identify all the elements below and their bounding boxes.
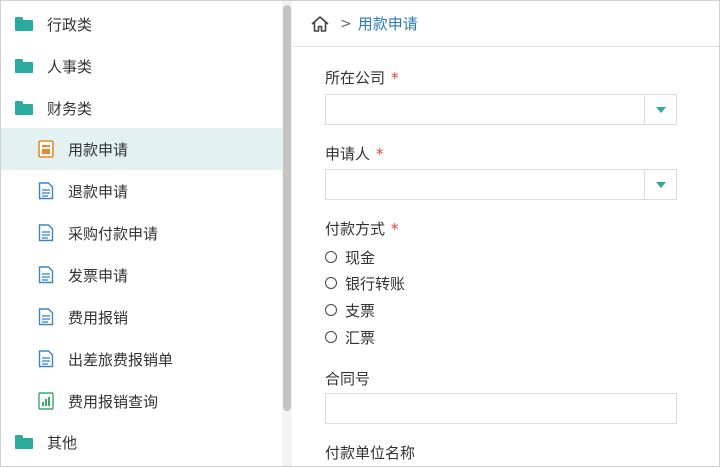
radio-button[interactable] xyxy=(325,304,337,316)
radio-option-check[interactable]: 支票 xyxy=(325,300,375,320)
sidebar-item-invoice-request[interactable]: 发票申请 xyxy=(1,254,282,296)
home-icon[interactable] xyxy=(310,15,330,33)
sidebar-item-finance[interactable]: 财务类 xyxy=(1,87,282,129)
breadcrumb: > 用款申请 xyxy=(292,1,719,47)
payee-name-label: 付款单位名称 xyxy=(325,444,416,462)
applicant-dropdown-button[interactable] xyxy=(644,170,676,199)
company-dropdown-button[interactable] xyxy=(644,95,676,124)
sidebar-item-label: 费用报销 xyxy=(68,308,129,327)
chart-doc-icon xyxy=(38,392,54,410)
folder-icon xyxy=(15,17,33,31)
sidebar-item-other[interactable]: 其他 xyxy=(1,421,282,463)
radio-label: 汇票 xyxy=(345,328,376,347)
sidebar-item-travel-expense[interactable]: 出差旅费报销单 xyxy=(1,338,282,380)
sidebar-item-admin[interactable]: 行政类 xyxy=(1,3,282,45)
required-marker: * xyxy=(391,220,399,238)
main-content: > 用款申请 所在公司 * 申请人 * 付款方式 * 现金 银行转账 支票 汇票… xyxy=(292,1,719,466)
radio-option-cash[interactable]: 现金 xyxy=(325,247,375,267)
document-icon xyxy=(38,182,54,200)
radio-label: 银行转账 xyxy=(345,274,406,293)
sidebar-item-expense-query[interactable]: 费用报销查询 xyxy=(1,380,282,422)
applicant-select[interactable] xyxy=(325,169,677,200)
sidebar-item-label: 行政类 xyxy=(47,15,93,34)
sidebar-item-label: 采购付款申请 xyxy=(68,224,159,243)
sidebar-item-refund-request[interactable]: 退款申请 xyxy=(1,170,282,212)
caret-down-icon xyxy=(655,106,666,113)
app-window: 行政类 人事类 财务类 用款申请 退款申请 采购付款申请 发票申请 费用报销 出… xyxy=(0,0,720,467)
sidebar-item-label: 费用报销查询 xyxy=(68,392,159,411)
radio-button[interactable] xyxy=(325,251,337,263)
sidebar-item-purchase-payment[interactable]: 采购付款申请 xyxy=(1,212,282,254)
sidebar: 行政类 人事类 财务类 用款申请 退款申请 采购付款申请 发票申请 费用报销 出… xyxy=(1,1,282,466)
sidebar-scrollbar-thumb[interactable] xyxy=(283,5,291,411)
sidebar-item-label: 其他 xyxy=(47,433,78,452)
sidebar-item-payment-request[interactable]: 用款申请 xyxy=(1,128,282,170)
document-icon xyxy=(38,308,54,326)
folder-icon xyxy=(15,59,33,73)
required-marker: * xyxy=(376,145,384,163)
sidebar-item-label: 用款申请 xyxy=(68,140,129,159)
sidebar-item-label: 出差旅费报销单 xyxy=(68,350,174,369)
radio-option-bank-transfer[interactable]: 银行转账 xyxy=(325,273,405,293)
radio-button[interactable] xyxy=(325,331,337,343)
payment-method-label: 付款方式 * xyxy=(325,220,399,238)
applicant-label: 申请人 * xyxy=(325,145,384,163)
sidebar-item-label: 退款申请 xyxy=(68,182,129,201)
breadcrumb-current[interactable]: 用款申请 xyxy=(358,13,418,34)
company-select[interactable] xyxy=(325,94,677,125)
radio-label: 支票 xyxy=(345,301,376,320)
document-icon xyxy=(38,266,54,284)
sidebar-item-label: 财务类 xyxy=(47,99,93,118)
contract-no-input[interactable] xyxy=(325,393,677,424)
sidebar-item-expense-reimbursement[interactable]: 费用报销 xyxy=(1,296,282,338)
contract-no-label: 合同号 xyxy=(325,370,371,388)
sidebar-item-label: 发票申请 xyxy=(68,266,129,285)
document-icon xyxy=(38,224,54,242)
radio-button[interactable] xyxy=(325,277,337,289)
document-icon xyxy=(38,350,54,368)
required-marker: * xyxy=(391,69,399,87)
radio-label: 现金 xyxy=(345,248,376,267)
folder-open-icon xyxy=(15,101,33,115)
caret-down-icon xyxy=(655,181,666,188)
breadcrumb-separator: > xyxy=(340,15,352,32)
sidebar-item-label: 人事类 xyxy=(47,57,93,76)
folder-icon xyxy=(15,435,33,449)
company-label: 所在公司 * xyxy=(325,69,399,87)
form-doc-icon xyxy=(38,140,54,158)
sidebar-item-hr[interactable]: 人事类 xyxy=(1,45,282,87)
radio-option-draft[interactable]: 汇票 xyxy=(325,327,375,347)
